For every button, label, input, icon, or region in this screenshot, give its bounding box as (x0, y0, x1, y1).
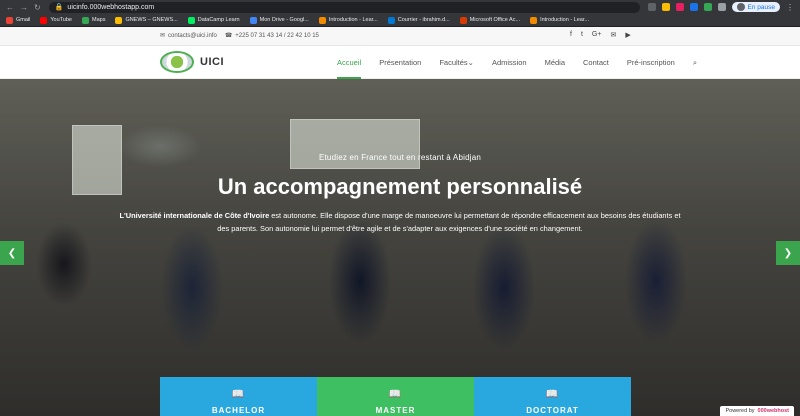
nav-item-facultés[interactable]: Facultés ⌄ (430, 46, 483, 79)
back-icon[interactable]: ← (6, 3, 14, 12)
phone-contact: ☎ +225 07 31 43 14 / 22 42 10 15 (224, 32, 319, 40)
prev-slide-button[interactable]: ❮ (0, 241, 24, 265)
hero-slider: Etudiez en France tout en restant à Abid… (0, 79, 800, 416)
extension-icon[interactable] (689, 3, 698, 11)
bookmarks-bar: Gmail YouTube Maps GNEWS – GNEWS... DataCamp… (0, 14, 800, 27)
envelope-icon: ✉ (160, 33, 166, 39)
forward-icon[interactable]: → (20, 3, 28, 12)
chevron-down-icon: ⌄ (467, 58, 474, 67)
bookmark-item[interactable]: Introduction - Lear... (530, 16, 589, 24)
avatar (736, 3, 745, 11)
contact-bar: ✉ contacts@uici.info ☎ +225 07 31 43 14 / … (0, 27, 800, 46)
youtube-icon[interactable]: ▶ (625, 31, 630, 39)
bookmark-item[interactable]: Microsoft Office Ac... (459, 16, 520, 24)
bookmark-item[interactable]: Gmail (6, 16, 30, 24)
program-card[interactable]: 📖 DOCTORAT (474, 377, 631, 416)
program-card[interactable]: 📖 BACHELOR (160, 377, 317, 416)
menu-icon[interactable]: ⋮ (786, 3, 794, 12)
logo[interactable]: UICI (160, 51, 224, 73)
twitter-icon[interactable]: t (581, 31, 583, 39)
bookmark-favicon-icon (249, 16, 257, 24)
bookmark-favicon-icon (115, 16, 123, 24)
bookmark-favicon-icon (40, 16, 48, 24)
program-card[interactable]: 📖 MASTER (317, 377, 474, 416)
reload-icon[interactable]: ↻ (34, 3, 41, 12)
url-text: uicinfo.000webhostapp.com (67, 3, 155, 11)
bookmark-item[interactable]: DataCamp Learn (187, 16, 240, 24)
chevron-left-icon: ❮ (7, 247, 17, 259)
profile-status: En pause (747, 3, 775, 11)
browser-toolbar: ← → ↻ 🔒 uicinfo.000webhostapp.com En pau… (0, 0, 800, 14)
google-plus-icon[interactable]: G+ (592, 31, 602, 39)
extension-icon[interactable] (703, 3, 712, 11)
bookmark-favicon-icon (6, 16, 13, 24)
book-icon: 📖 (545, 389, 560, 400)
email-icon[interactable]: ✉ (610, 31, 616, 39)
logo-icon (160, 51, 194, 73)
bookmark-item[interactable]: YouTube (40, 16, 72, 24)
hero-title: Un accompagnement personnalisé (217, 174, 583, 199)
bookmark-favicon-icon (387, 16, 395, 24)
nav-item-média[interactable]: Média (536, 46, 574, 79)
nav-item-préinscription[interactable]: Pré-inscription (618, 46, 684, 79)
main-nav: Accueil Présentation Facultés ⌄ Admission Méd… (328, 46, 706, 79)
nav-item-accueil[interactable]: Accueil (328, 46, 370, 79)
phone-icon: ☎ (224, 33, 233, 39)
hero-subtitle: Etudiez en France tout en restant à Abid… (318, 153, 482, 162)
book-icon: 📖 (231, 389, 246, 400)
book-icon: 📖 (388, 389, 403, 400)
social-links: f t G+ ✉ ▶ (570, 31, 631, 39)
address-bar[interactable]: 🔒 uicinfo.000webhostapp.com (48, 1, 640, 13)
nav-item-admission[interactable]: Admission (483, 46, 536, 79)
bookmark-item[interactable]: Courrier - ibrahim.d... (387, 16, 450, 24)
next-slide-button[interactable]: ❯ (776, 241, 800, 265)
bookmark-item[interactable]: Mon Drive - Googl... (249, 16, 309, 24)
lock-icon: 🔒 (54, 4, 64, 11)
bookmark-favicon-icon (82, 16, 89, 24)
logo-text: UICI (200, 56, 224, 68)
bookmark-item[interactable]: GNEWS – GNEWS... (115, 16, 178, 24)
nav-item-présentation[interactable]: Présentation (370, 46, 430, 79)
bookmark-favicon-icon (318, 16, 326, 24)
profile-button[interactable]: En pause (731, 2, 780, 12)
bookmark-item[interactable]: Introduction - Lear... (318, 16, 378, 24)
hero-text: L'Université internationale de Côte d'Iv… (119, 211, 681, 233)
bookmark-item[interactable]: Maps (82, 16, 105, 24)
extension-icon[interactable] (675, 3, 684, 11)
star-icon[interactable] (661, 3, 670, 11)
program-cards: 📖 BACHELOR 📖 MASTER 📖 DOCTORAT (160, 377, 631, 416)
bookmark-favicon-icon (187, 16, 195, 24)
chevron-right-icon: ❯ (783, 247, 793, 259)
puzzle-icon[interactable] (717, 3, 726, 11)
facebook-icon[interactable]: f (570, 31, 572, 39)
bookmark-favicon-icon (530, 16, 538, 24)
email-contact[interactable]: ✉ contacts@uici.info (160, 32, 217, 40)
search-icon[interactable]: ⌕ (684, 46, 706, 79)
share-icon[interactable] (647, 3, 656, 11)
site-header: UICI Accueil Présentation Facultés ⌄ Admissi… (0, 46, 800, 79)
powered-by-badge[interactable]: Powered by 000webhost (720, 406, 794, 416)
nav-item-contact[interactable]: Contact (574, 46, 618, 79)
bookmark-favicon-icon (459, 16, 467, 24)
